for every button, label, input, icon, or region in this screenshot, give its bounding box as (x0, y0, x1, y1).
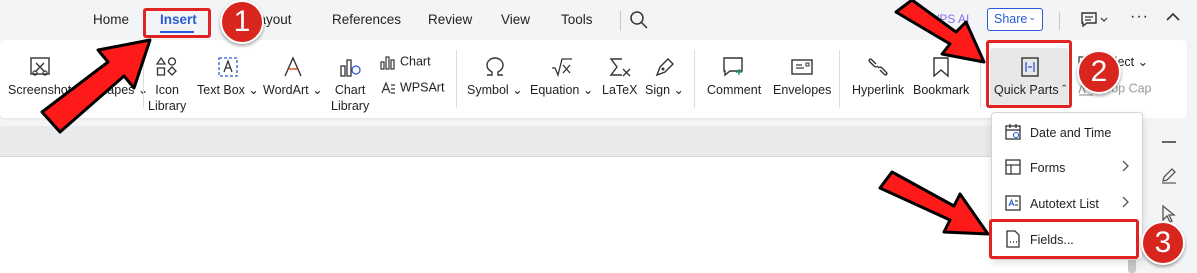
ribbon-divider (839, 50, 840, 108)
equation-icon (551, 58, 572, 78)
sign-button[interactable]: Sign ⌄ (645, 56, 684, 98)
comment-button[interactable]: Comment (707, 56, 761, 98)
pen-icon (656, 58, 675, 77)
equation-label: Equation ⌄ (530, 83, 594, 97)
step-badge-1: 1 (220, 0, 264, 44)
envelopes-button[interactable]: Envelopes (773, 56, 831, 98)
text-box-icon (218, 57, 238, 77)
date-and-time-label: Date and Time (1030, 126, 1112, 140)
bookmark-button[interactable]: Bookmark (913, 56, 969, 98)
wpsart-button[interactable]: WPSArt (380, 80, 444, 96)
wps-ai-button[interactable]: WPS AI (928, 12, 969, 26)
tab-tools[interactable]: Tools (561, 12, 593, 27)
sigma-icon (609, 58, 631, 77)
comment-label: Comment (707, 83, 762, 97)
shapes-label: Shapes ⌄ (92, 83, 149, 97)
tab-review[interactable]: Review (428, 12, 472, 27)
link-icon (868, 58, 888, 76)
bookmark-icon (933, 57, 949, 78)
step-badge-2: 2 (1077, 50, 1121, 94)
icon-library-icon (155, 56, 178, 76)
ribbon-divider (456, 50, 457, 108)
screenshot-button[interactable]: Screenshot (8, 56, 71, 98)
bookmark-label: Bookmark (913, 83, 970, 97)
wpsart-icon (381, 81, 395, 94)
hyperlink-button[interactable]: Hyperlink (852, 56, 904, 98)
top-divider (1059, 12, 1060, 30)
chart-library-label-1: Chart (334, 83, 366, 97)
shapes-icon (110, 58, 130, 77)
wordart-button[interactable]: WordArt ⌄ (263, 56, 323, 98)
collapse-ribbon-icon[interactable] (1166, 11, 1180, 23)
omega-icon (486, 57, 504, 76)
screenshot-icon (29, 57, 50, 76)
icon-library-button[interactable]: Icon Library (148, 56, 186, 114)
tab-divider (620, 11, 621, 31)
chevron-right-icon (1122, 160, 1129, 172)
wpsart-label: WPSArt (400, 80, 445, 95)
forms-icon (1005, 159, 1021, 175)
highlight-fields (989, 219, 1139, 259)
document-ruler-area (0, 126, 1130, 156)
chart-library-label-2: Library (331, 99, 370, 113)
highlight-quick-parts (986, 40, 1072, 108)
chevron-right-icon (1122, 196, 1129, 208)
chart-label: Chart (400, 54, 431, 69)
autotext-list-label: Autotext List (1030, 197, 1099, 211)
edit-pen-icon[interactable] (1160, 166, 1178, 184)
document-page[interactable] (0, 156, 1130, 273)
chart-library-icon (340, 59, 361, 77)
more-options-icon[interactable]: ··· (1130, 8, 1149, 26)
text-box-button[interactable]: Text Box ⌄ (197, 56, 259, 98)
envelope-icon (791, 59, 813, 75)
share-label: Share (994, 12, 1028, 26)
chart-library-button[interactable]: Chart Library (331, 56, 369, 114)
ribbon-divider (980, 50, 981, 108)
menu-item-forms[interactable]: Forms (992, 150, 1142, 184)
sign-label: Sign ⌄ (645, 83, 684, 97)
minimize-panel-icon[interactable] (1162, 141, 1176, 143)
comment-icon[interactable] (1080, 11, 1108, 29)
chevron-down-icon: ⌄ (1028, 12, 1036, 22)
icon-library-label-1: Icon (155, 83, 179, 97)
tab-references[interactable]: References (332, 12, 401, 27)
tab-view[interactable]: View (501, 12, 530, 27)
ribbon-divider (143, 50, 144, 108)
chart-button[interactable]: Chart (380, 54, 431, 70)
hyperlink-label: Hyperlink (852, 83, 905, 97)
tab-home[interactable]: Home (93, 12, 129, 27)
latex-button[interactable]: LaTeX (602, 56, 637, 98)
symbol-label: Symbol ⌄ (467, 83, 523, 97)
icon-library-label-2: Library (148, 99, 187, 113)
step-badge-3: 3 (1141, 221, 1185, 265)
search-icon[interactable] (629, 10, 649, 30)
equation-button[interactable]: Equation ⌄ (530, 56, 593, 98)
screenshot-label: Screenshot (8, 83, 72, 97)
add-comment-icon (723, 57, 743, 77)
menu-item-date-and-time[interactable]: Date and Time (992, 115, 1142, 149)
shapes-button[interactable]: Shapes ⌄ (92, 56, 148, 98)
latex-label: LaTeX (602, 83, 638, 97)
envelopes-label: Envelopes (773, 83, 832, 97)
highlight-insert-tab (143, 8, 211, 38)
share-button[interactable]: Share ⌄ (987, 8, 1043, 31)
chart-icon (380, 56, 395, 70)
text-box-label: Text Box ⌄ (197, 83, 259, 97)
wordart-label: WordArt ⌄ (263, 83, 323, 97)
autotext-icon (1005, 195, 1021, 211)
symbol-button[interactable]: Symbol ⌄ (467, 56, 523, 98)
menu-item-autotext-list[interactable]: Autotext List (992, 186, 1142, 220)
ribbon-divider (694, 50, 695, 108)
wordart-icon (284, 56, 302, 77)
calendar-icon (1005, 124, 1021, 140)
forms-label: Forms (1030, 161, 1066, 175)
